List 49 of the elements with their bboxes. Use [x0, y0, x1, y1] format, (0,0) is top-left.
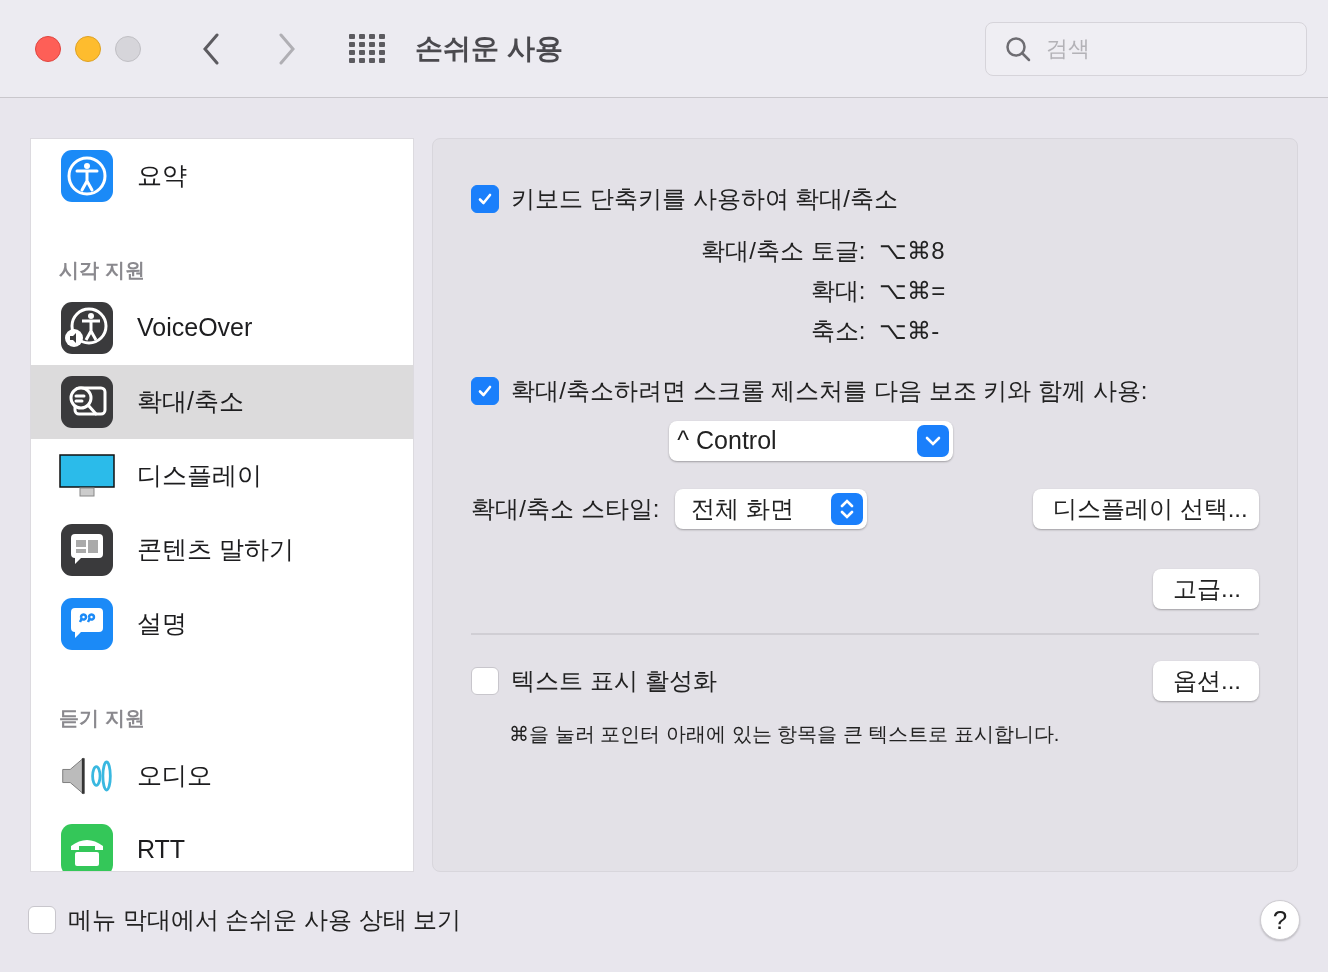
up-down-chevron-icon — [831, 493, 864, 525]
shortcut-keys: ⌥⌘= — [879, 273, 946, 309]
checkbox-label: 키보드 단축키를 사용하여 확대/축소 — [511, 184, 898, 214]
search-field[interactable]: 검색 — [985, 21, 1307, 76]
push-button[interactable]: 디스플레이 선택... — [1033, 489, 1259, 529]
sidebar-item[interactable]: RTT — [31, 813, 414, 871]
sidebar-item[interactable]: VoiceOver — [31, 291, 414, 365]
style-dropdown[interactable]: 전체 화면 — [675, 489, 868, 529]
checkbox[interactable] — [471, 377, 500, 405]
back-icon[interactable] — [201, 32, 221, 65]
sidebar-item[interactable]: 디스플레이 — [31, 439, 414, 513]
checkbox[interactable] — [471, 667, 500, 695]
modifier-dropdown[interactable]: ^ Control — [669, 421, 954, 461]
forward-icon[interactable] — [277, 32, 297, 65]
magnifier-icon — [61, 376, 113, 428]
shortcut-keys: ⌥⌘- — [879, 313, 940, 349]
sidebar-item[interactable]: 설명 — [31, 587, 414, 661]
search-icon — [1005, 35, 1031, 62]
help-button[interactable]: ? — [1260, 900, 1300, 940]
close-button[interactable] — [35, 35, 61, 62]
sidebar-item[interactable]: 오디오 — [31, 739, 414, 813]
checkbox-label: 메뉴 막대에서 손쉬운 사용 상태 보기 — [68, 905, 462, 935]
minimize-button[interactable] — [75, 35, 101, 62]
sidebar-item[interactable]: 요약 — [31, 139, 414, 213]
shortcut-label: 축소: — [809, 316, 866, 346]
description-text: ⌘을 눌러 포인터 아래에 있는 항목을 큰 텍스트로 표시합니다. — [509, 722, 1061, 747]
monitor-icon — [59, 454, 115, 498]
shortcut-label: 확대: — [809, 276, 866, 306]
sidebar-heading: 듣기 지원 — [59, 706, 145, 731]
checkbox[interactable] — [28, 906, 56, 934]
push-button[interactable]: 옵션... — [1153, 661, 1259, 701]
chevron-down-icon — [917, 425, 950, 457]
sidebar-item[interactable]: 확대/축소 — [31, 365, 414, 439]
sidebar-item[interactable]: 콘텐츠 말하기 — [31, 513, 414, 587]
sidebar-heading: 시각 지원 — [59, 258, 145, 283]
accessibility-speaker-icon — [61, 302, 113, 354]
accessibility-icon — [61, 150, 113, 202]
speech-bubble-icon — [61, 524, 113, 576]
grid-icon[interactable] — [349, 34, 385, 63]
push-button[interactable]: 고급... — [1153, 569, 1259, 609]
quote-bubble-icon — [61, 598, 113, 650]
style-label: 확대/축소 스타일: — [471, 494, 660, 524]
shortcut-label: 확대/축소 토글: — [700, 236, 866, 266]
speaker-icon — [59, 754, 115, 798]
shortcut-keys: ⌥⌘8 — [879, 233, 945, 269]
window-title: 손쉬운 사용 — [415, 31, 563, 66]
checkbox-label: 텍스트 표시 활성화 — [511, 666, 717, 696]
checkbox-label: 확대/축소하려면 스크롤 제스처를 다음 보조 키와 함께 사용: — [511, 376, 1148, 406]
checkbox[interactable] — [471, 185, 500, 213]
